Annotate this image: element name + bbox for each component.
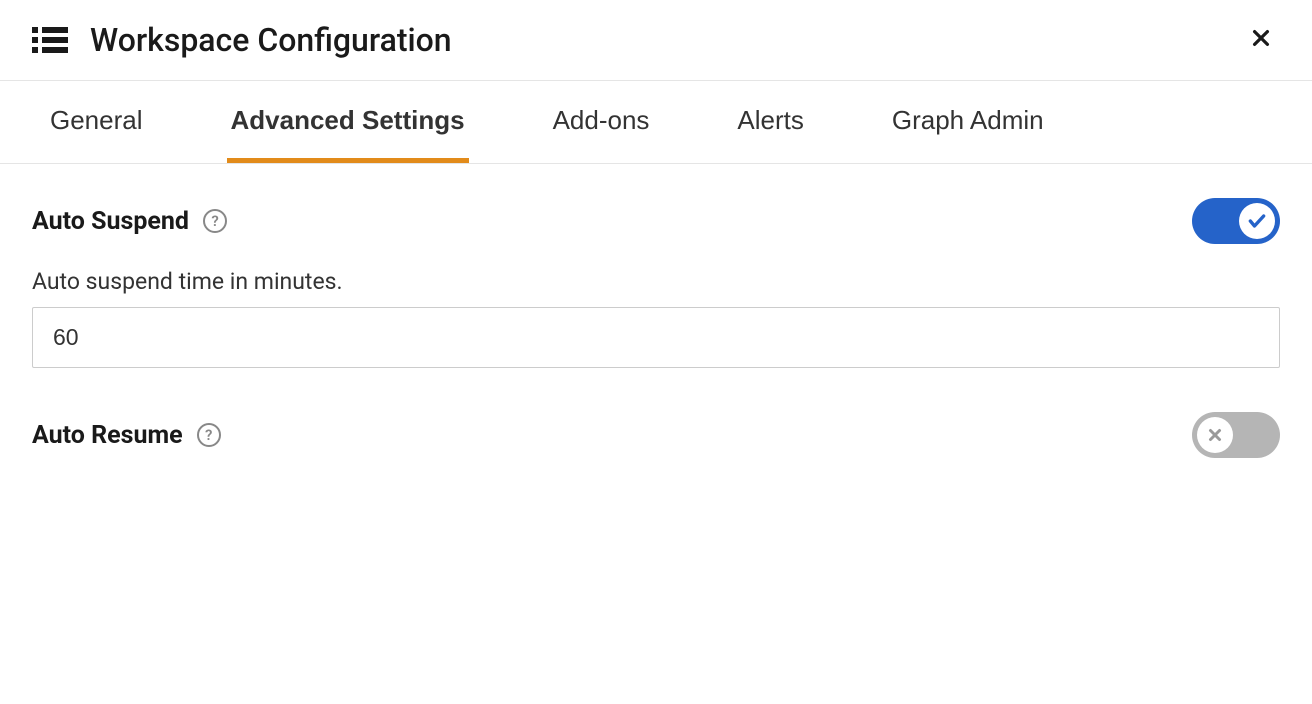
- toggle-knob: [1197, 417, 1233, 453]
- help-icon[interactable]: ?: [197, 423, 221, 447]
- auto-suspend-toggle[interactable]: [1192, 198, 1280, 244]
- auto-resume-toggle[interactable]: [1192, 412, 1280, 458]
- auto-suspend-field-label: Auto suspend time in minutes.: [32, 268, 1280, 295]
- dialog-header: Workspace Configuration: [0, 0, 1312, 81]
- close-icon: [1250, 27, 1272, 49]
- tab-general[interactable]: General: [46, 81, 147, 163]
- auto-resume-label: Auto Resume: [32, 421, 183, 450]
- tab-add-ons[interactable]: Add-ons: [549, 81, 654, 163]
- settings-content: Auto Suspend ? Auto suspend time in minu…: [0, 164, 1312, 516]
- auto-resume-label-group: Auto Resume ?: [32, 421, 221, 450]
- auto-resume-row: Auto Resume ?: [32, 412, 1280, 458]
- tab-advanced-settings[interactable]: Advanced Settings: [227, 81, 469, 163]
- page-title: Workspace Configuration: [90, 21, 1242, 59]
- tab-alerts[interactable]: Alerts: [733, 81, 807, 163]
- toggle-knob: [1239, 203, 1275, 239]
- auto-suspend-row: Auto Suspend ?: [32, 198, 1280, 244]
- auto-suspend-time-input[interactable]: [32, 307, 1280, 368]
- auto-suspend-label-group: Auto Suspend ?: [32, 207, 227, 236]
- list-icon: [32, 27, 68, 53]
- help-icon[interactable]: ?: [203, 209, 227, 233]
- tab-bar: General Advanced Settings Add-ons Alerts…: [0, 81, 1312, 164]
- tab-graph-admin[interactable]: Graph Admin: [888, 81, 1048, 163]
- check-icon: [1247, 211, 1267, 231]
- close-button[interactable]: [1242, 20, 1280, 60]
- x-icon: [1206, 426, 1224, 444]
- auto-suspend-label: Auto Suspend: [32, 207, 189, 236]
